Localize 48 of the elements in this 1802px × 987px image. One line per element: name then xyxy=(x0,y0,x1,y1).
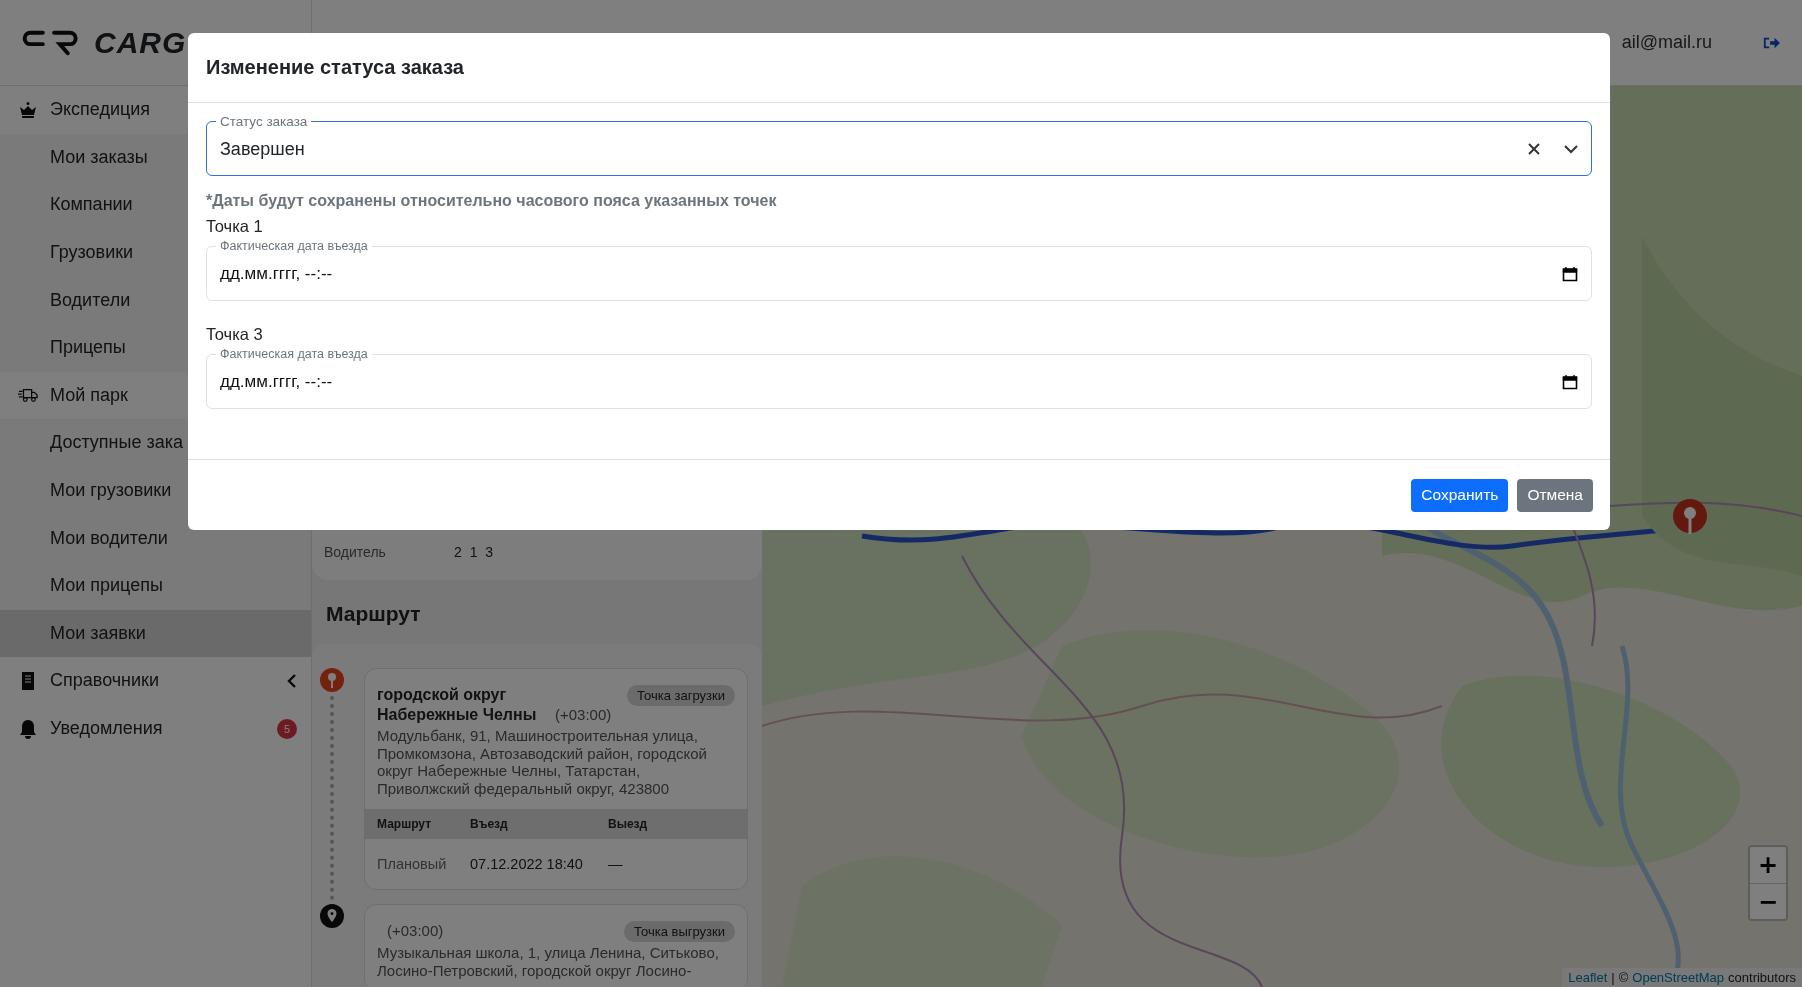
column-header: Маршрут xyxy=(377,817,433,831)
chevron-left-icon xyxy=(287,673,297,688)
clear-icon[interactable] xyxy=(1528,143,1540,155)
column-header: Выезд xyxy=(608,817,648,831)
table-cell: — xyxy=(608,856,623,872)
sidebar-item[interactable]: Мои прицепы xyxy=(0,561,311,610)
separator-text: | xyxy=(1611,970,1615,985)
table-cell-text: Плановый xyxy=(377,856,448,872)
route-title: Маршрут xyxy=(326,602,422,626)
zoom-in-button[interactable]: + xyxy=(1750,847,1786,883)
point-type-tag: Точка выгрузки xyxy=(624,921,735,942)
pin-icon xyxy=(320,668,344,692)
openstreetmap-link[interactable]: OpenStreetMap xyxy=(1632,970,1725,985)
calendar-icon[interactable] xyxy=(1562,266,1578,282)
bell-icon xyxy=(18,718,38,739)
point-heading: Точка 3 xyxy=(206,325,264,344)
modal-title: Изменение статуса заказа xyxy=(206,56,464,79)
field-label: Фактическая дата въезда xyxy=(216,239,372,254)
driver-value: 2 1 3 xyxy=(454,544,496,560)
driver-label: Водитель xyxy=(324,544,387,560)
calendar-icon[interactable] xyxy=(1562,374,1578,390)
point-type-tag: Точка загрузки xyxy=(627,685,735,706)
address-text: Музыкальная школа, 1, улица Ленина, Ситьково, Лосино-Петровский, городской округ Лосино- xyxy=(376,943,720,981)
copyright-text: © xyxy=(1618,970,1629,985)
address-text: Модульбанк, 91, Машиностроительная улица, Промкомзона, Автозаводский район, городской округ Набережные Челны, Татарстан, Приволжский федеральный округ, 423800 xyxy=(376,726,708,799)
select-value: Завершен xyxy=(220,138,306,160)
location-icon xyxy=(320,904,344,928)
zoom-out-button[interactable]: − xyxy=(1750,883,1786,919)
sidebar-item[interactable]: Мои заявки xyxy=(0,609,311,658)
notification-badge: 5 xyxy=(277,718,297,739)
table-cell-text: 07.12.2022 18:40 xyxy=(470,856,584,872)
cancel-button[interactable]: Отмена xyxy=(1517,478,1593,512)
crown-icon xyxy=(18,99,38,120)
sidebar-group[interactable]: Справочники xyxy=(0,657,311,705)
field-label: Фактическая дата въезда xyxy=(216,347,372,362)
date-input[interactable]: дд.мм.гггг, --:-- xyxy=(220,372,1562,392)
chevron-down-icon[interactable] xyxy=(1564,144,1578,154)
timezone-text: (+03:00) xyxy=(554,706,612,723)
sidebar-group[interactable]: Уведомления 5 xyxy=(0,704,311,753)
column-header: Въезд xyxy=(470,817,509,831)
user-email: ail@mail.ru xyxy=(1621,32,1712,53)
field-label: Статус заказа xyxy=(216,114,312,129)
save-button[interactable]: Сохранить xyxy=(1411,478,1509,512)
logo-text: CARG xyxy=(94,25,187,60)
contributors-text: contributors xyxy=(1728,970,1796,985)
timezone-text: (+03:00) xyxy=(386,922,444,939)
leaflet-link[interactable]: Leaflet xyxy=(1568,970,1608,985)
point-title: городской округ Набережные Челны xyxy=(377,685,538,725)
